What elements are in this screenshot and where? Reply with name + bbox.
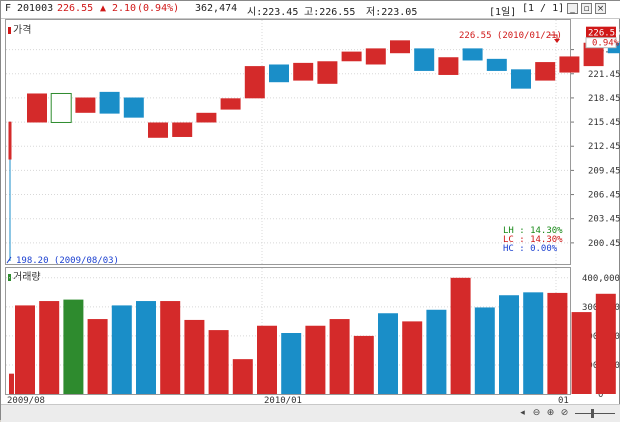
price-tick-label: 215.45 <box>588 118 620 128</box>
high-price: 고:226.55 <box>304 7 356 18</box>
volume-tick-label: 300,000 <box>582 303 620 313</box>
current-price: 226.55 <box>57 3 94 14</box>
price-plot-area[interactable] <box>5 19 571 265</box>
volume-tick-label: 100,000 <box>582 361 620 371</box>
price-tick-label: 221.45 <box>588 70 620 80</box>
volume-tick-label: 200,000 <box>582 332 620 342</box>
quote-header: F 201003 226.55 ▲ 2.10 (0.94%) 362,474 시… <box>1 1 620 19</box>
price-tick-label: 209.45 <box>588 166 620 176</box>
price-candle <box>607 42 620 54</box>
price-tick-label: 218.45 <box>588 94 620 104</box>
zoom-slider[interactable] <box>575 413 615 414</box>
last-price-box-text: 226.55 <box>588 29 620 39</box>
price-legend-swatch <box>8 26 11 34</box>
up-arrow-icon: ▲ <box>100 3 107 14</box>
symbol-code[interactable]: 201003 <box>17 3 53 14</box>
price-panel-label: 가격 <box>8 21 31 36</box>
volume-bar <box>571 312 592 394</box>
scroll-left-icon[interactable]: ◂ <box>517 408 528 419</box>
volume-label-text: 거래량 <box>13 272 41 283</box>
chart-window: F 201003 226.55 ▲ 2.10 (0.94%) 362,474 시… <box>0 0 620 422</box>
price-tick-label: 206.45 <box>588 191 620 201</box>
last-pct-box <box>585 37 617 49</box>
price-tick-label: 203.45 <box>588 215 620 225</box>
volume-bar <box>595 293 616 394</box>
price-label-text: 가격 <box>13 25 32 36</box>
zoom-slider-handle[interactable] <box>591 409 594 418</box>
price-candle <box>583 42 604 67</box>
minimize-icon[interactable]: _ <box>567 3 578 14</box>
close-icon[interactable]: × <box>595 3 606 14</box>
price-tick-label: 224.45 <box>588 46 620 56</box>
volume-tick-label: 400,000 <box>582 274 620 284</box>
bottom-toolbar: ◂ ⊖ ⊕ ⊘ <box>1 404 620 422</box>
low-price: 저:223.05 <box>366 7 418 18</box>
price-change-pct: (0.94%) <box>137 3 180 14</box>
last-price-box <box>586 26 616 38</box>
volume-tick-label: 0 <box>598 390 603 400</box>
price-change: 2.10 <box>112 3 137 14</box>
volume-value: 362,474 <box>195 3 238 14</box>
zoom-reset-icon[interactable]: ⊘ <box>559 408 570 419</box>
period-selector[interactable]: [1일] <box>489 3 516 18</box>
symbol-prefix: F <box>5 3 12 14</box>
price-tick-label: 200.45 <box>588 239 620 249</box>
last-pct-box-text: 0.94% <box>592 39 620 49</box>
zoom-in-icon[interactable]: ⊕ <box>545 408 556 419</box>
volume-panel-label: 거래량 <box>8 268 41 283</box>
zoom-out-icon[interactable]: ⊖ <box>531 408 542 419</box>
restore-icon[interactable]: ▫ <box>581 3 592 14</box>
volume-legend-swatch <box>8 273 11 281</box>
price-tick-label: 212.45 <box>588 142 620 152</box>
volume-plot-area[interactable] <box>5 267 571 395</box>
open-price: 시:223.45 <box>247 7 299 18</box>
page-indicator: [1 / 1] <box>522 3 565 14</box>
